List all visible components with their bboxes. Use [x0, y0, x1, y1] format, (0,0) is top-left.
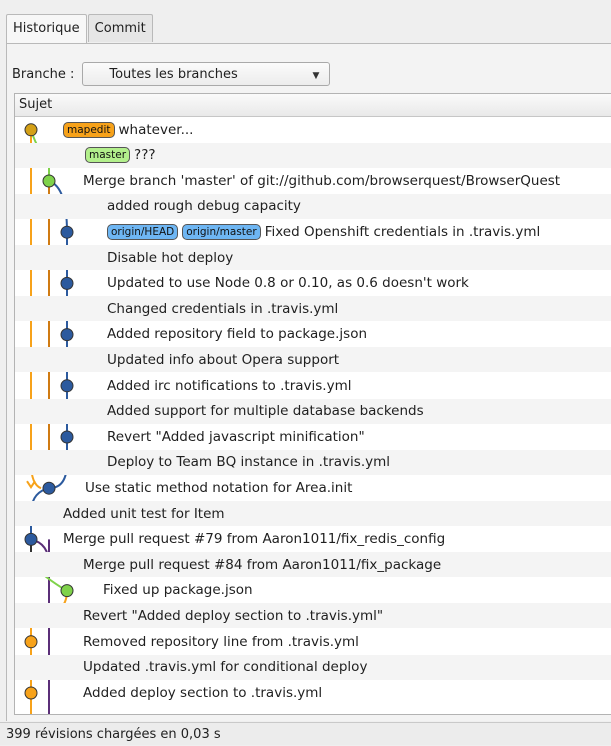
ref-badge: mapedit	[63, 121, 115, 138]
commit-row[interactable]: origin/HEAD origin/master Fixed Openshift …	[15, 219, 611, 244]
commit-row-content: Merge pull request #79 from Aaron1011/fi…	[63, 531, 445, 547]
commit-row[interactable]: mapedit whatever...	[15, 117, 611, 142]
commit-row-content: Updated .travis.yml for conditional depl…	[83, 659, 367, 675]
commit-row[interactable]: Removed repository line from .travis.yml	[15, 629, 611, 654]
commit-row[interactable]: Merge branch 'master' of git://github.co…	[15, 168, 611, 193]
commit-row-content: added rough debug capacity	[107, 198, 301, 214]
commit-subject: Fixed Openshift credentials in .travis.y…	[264, 223, 541, 240]
commit-subject: Revert "Added deploy section to .travis.…	[83, 607, 384, 624]
commit-row-content: Merge branch 'master' of git://github.co…	[83, 173, 560, 189]
commit-row[interactable]: Updated to use Node 0.8 or 0.10, as 0.6 …	[15, 271, 611, 296]
commit-row[interactable]: Added repository field to package.json	[15, 322, 611, 347]
commit-row-content: Disable hot deploy	[107, 250, 233, 266]
commit-subject: whatever...	[118, 121, 194, 138]
commit-subject: Merge pull request #84 from Aaron1011/fi…	[83, 556, 442, 573]
ref-badge: origin/HEAD	[107, 223, 179, 240]
status-bar: 399 révisions chargées en 0,03 s	[0, 722, 611, 745]
commit-subject: ???	[134, 147, 156, 164]
commit-subject: Added support for multiple database back…	[107, 403, 424, 420]
commit-subject: Revert "Added javascript minification"	[107, 428, 365, 445]
commit-row[interactable]: Updated .travis.yml for conditional depl…	[15, 654, 611, 680]
commit-subject: Updated to use Node 0.8 or 0.10, as 0.6 …	[107, 275, 469, 292]
branch-dropdown-value: Toutes les branches	[109, 66, 238, 82]
commit-row-content: Revert "Added deploy section to .travis.…	[83, 608, 383, 624]
commit-subject: Added deploy section to .travis.yml	[83, 684, 323, 701]
commit-row-content: Added unit test for Item	[63, 506, 225, 522]
commit-row-content: master???	[85, 147, 156, 164]
commit-subject: Merge branch 'master' of git://github.co…	[83, 172, 561, 189]
column-header-sujet[interactable]: Sujet	[15, 94, 611, 117]
commit-row[interactable]: Revert "Added javascript minification"	[15, 424, 611, 449]
commit-subject: Updated .travis.yml for conditional depl…	[83, 659, 368, 676]
commit-row-content: origin/HEAD origin/master Fixed Openshift …	[107, 223, 541, 240]
commit-row[interactable]: Merge pull request #79 from Aaron1011/fi…	[15, 527, 611, 552]
commit-row-content: Changed credentials in .travis.yml	[107, 301, 338, 317]
commit-row-content: Added irc notifications to .travis.yml	[107, 378, 351, 394]
commit-row[interactable]: Fixed up package.json	[15, 578, 611, 603]
commit-row-content: Fixed up package.json	[103, 582, 253, 598]
commit-subject: Merge pull request #79 from Aaron1011/fi…	[63, 531, 446, 548]
commit-subject: Disable hot deploy	[107, 249, 234, 266]
tab-historique[interactable]: Historique	[6, 14, 87, 43]
commit-subject: added rough debug capacity	[107, 198, 301, 215]
tab-bar: Historique Commit	[6, 14, 154, 43]
commit-row-content: Removed repository line from .travis.yml	[83, 634, 359, 650]
commit-row-content: Revert "Added javascript minification"	[107, 429, 365, 445]
ref-badge: origin/master	[182, 223, 261, 240]
branch-selector-row: Branche : Toutes les branches ▼	[12, 62, 331, 86]
commit-subject: Added irc notifications to .travis.yml	[107, 377, 352, 394]
commit-subject: Added repository field to package.json	[107, 326, 368, 343]
commit-row[interactable]: Use static method notation for Area.init	[15, 475, 611, 500]
chevron-down-icon: ▼	[312, 71, 320, 81]
ref-badge: master	[85, 147, 131, 164]
commit-subject: Use static method notation for Area.init	[85, 479, 353, 496]
commit-row-content: mapedit whatever...	[63, 121, 194, 138]
commit-row-content: Use static method notation for Area.init	[85, 480, 352, 496]
commit-row[interactable]: Updated info about Opera support	[15, 347, 611, 373]
commit-row[interactable]: Added unit test for Item	[15, 501, 611, 526]
commit-subject: Changed credentials in .travis.yml	[107, 300, 339, 317]
commit-row-content: Added repository field to package.json	[107, 326, 367, 342]
commit-row[interactable]: Disable hot deploy	[15, 245, 611, 270]
commit-subject: Removed repository line from .travis.yml	[83, 633, 359, 650]
commit-row[interactable]: Added deploy section to .travis.yml	[15, 680, 611, 705]
commit-row-content: Added support for multiple database back…	[107, 403, 424, 419]
commit-subject: Fixed up package.json	[103, 582, 253, 599]
commit-row[interactable]: Added support for multiple database back…	[15, 398, 611, 424]
commit-row[interactable]: master???	[15, 142, 611, 168]
commit-row[interactable]: Changed credentials in .travis.yml	[15, 296, 611, 322]
commit-row[interactable]: Revert "Added deploy section to .travis.…	[15, 603, 611, 629]
commit-row-content: Deploy to Team BQ instance in .travis.ym…	[107, 454, 390, 470]
commit-row[interactable]: Merge pull request #84 from Aaron1011/fi…	[15, 552, 611, 578]
commit-subject: Updated info about Opera support	[107, 351, 340, 368]
commit-row-content: Updated to use Node 0.8 or 0.10, as 0.6 …	[107, 275, 469, 291]
tab-commit[interactable]: Commit	[87, 14, 153, 42]
branch-dropdown[interactable]: Toutes les branches ▼	[82, 62, 331, 86]
commit-row[interactable]: Deploy to Team BQ instance in .travis.ym…	[15, 449, 611, 475]
commit-subject: Deploy to Team BQ instance in .travis.ym…	[107, 454, 390, 471]
commit-row-content: Updated info about Opera support	[107, 352, 339, 368]
commit-list[interactable]: Sujet mapedit whatever... master??? Merge b…	[14, 93, 611, 715]
commit-row-content: Merge pull request #84 from Aaron1011/fi…	[83, 557, 441, 573]
commit-row[interactable]: added rough debug capacity	[15, 193, 611, 219]
branch-label: Branche :	[12, 66, 75, 82]
commit-row[interactable]: Added irc notifications to .travis.yml	[15, 373, 611, 398]
commit-subject: Added unit test for Item	[63, 505, 225, 522]
commit-row-content: Added deploy section to .travis.yml	[83, 685, 322, 701]
